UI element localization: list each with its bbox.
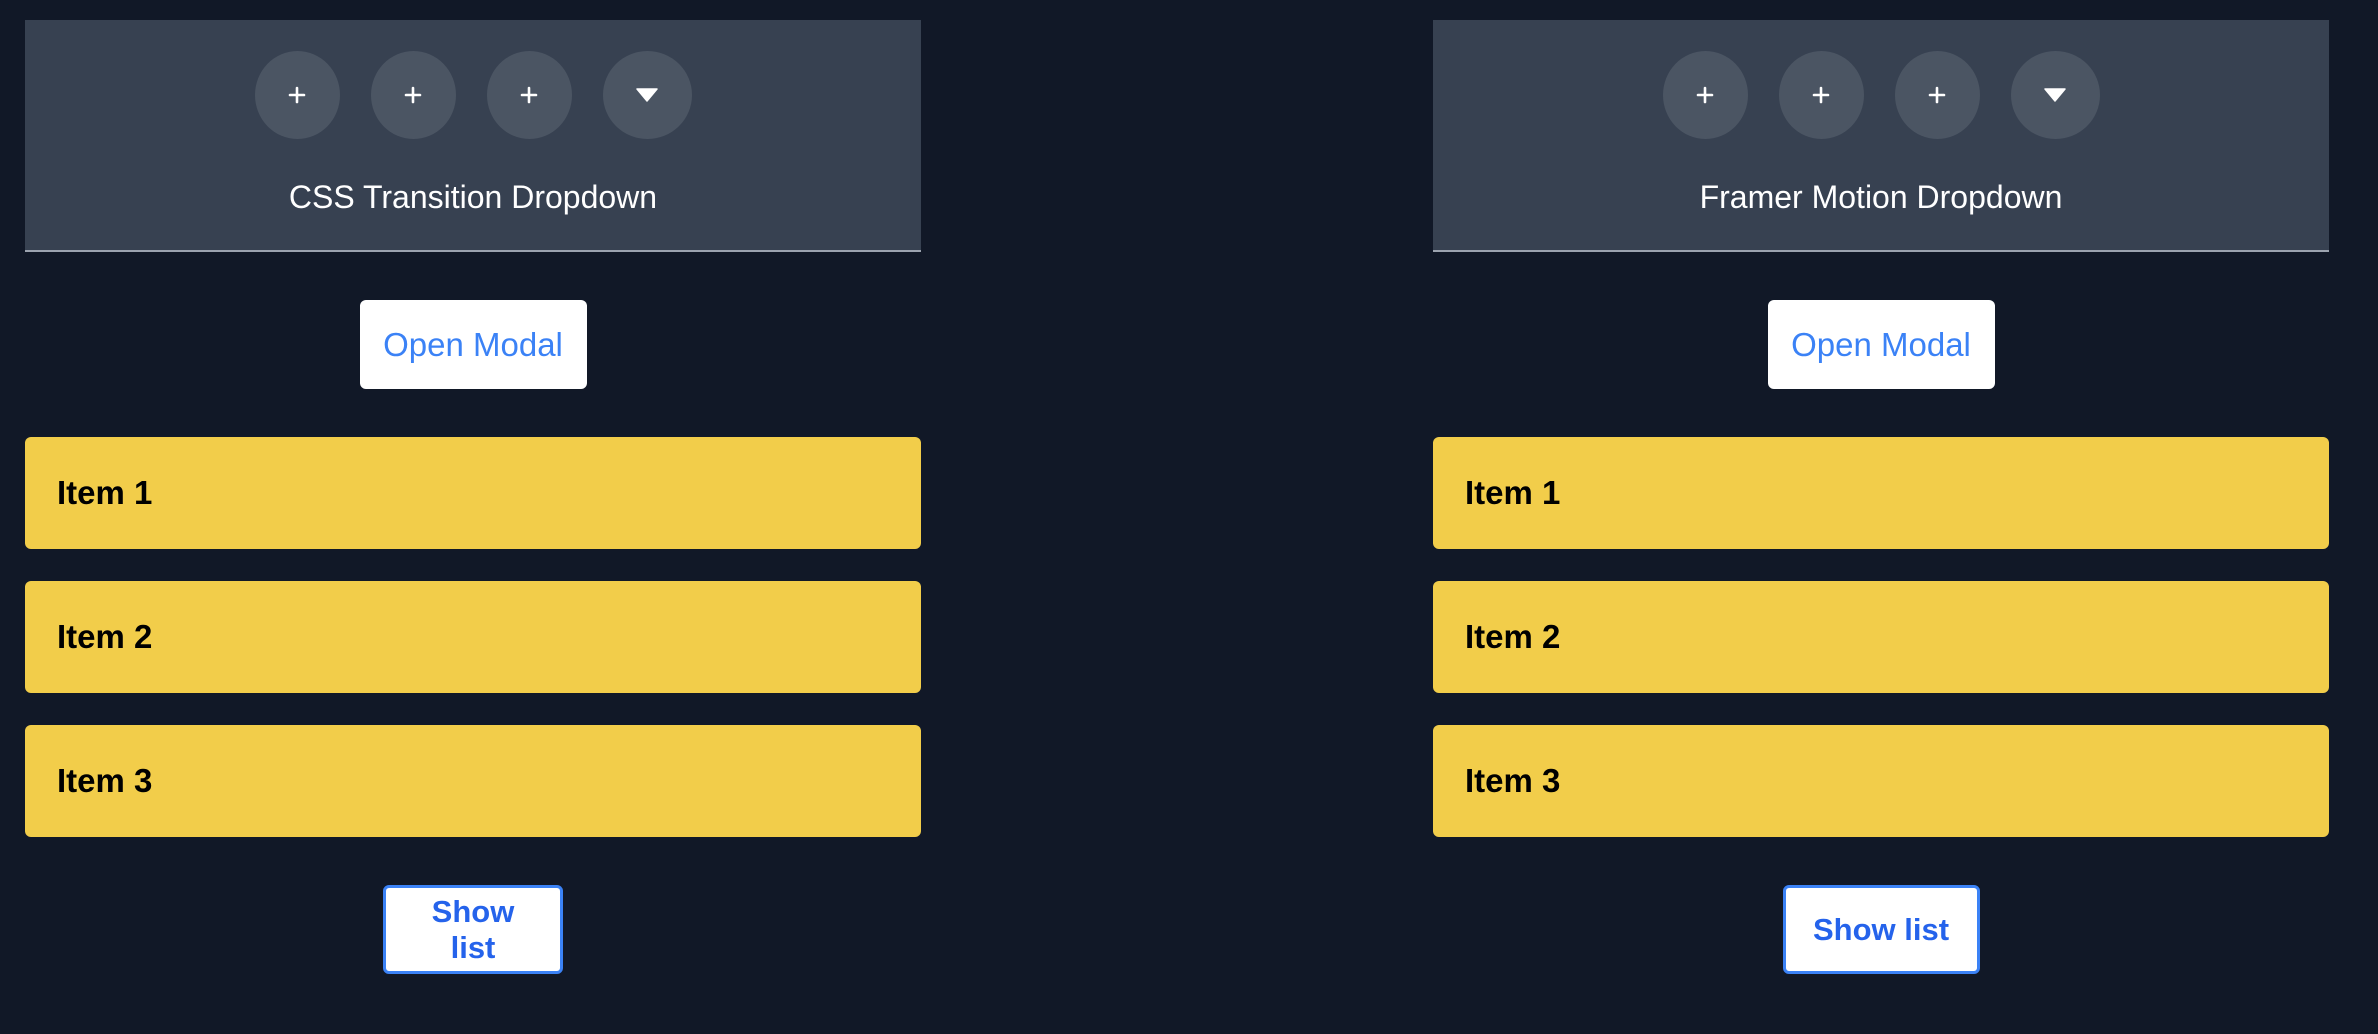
list-item: Item 3 [25,725,921,837]
framer-motion-dropdown-panel: Framer Motion Dropdown [1433,20,2329,252]
plus-icon [520,86,538,104]
dropdown-icon-row [1433,51,2329,139]
list-item: Item 3 [1433,725,2329,837]
open-modal-button[interactable]: Open Modal [359,300,587,389]
css-transition-dropdown-panel: CSS Transition Dropdown [25,20,921,252]
css-transition-column: CSS Transition Dropdown Open Modal Item … [25,20,921,974]
caret-down-icon [2044,88,2066,102]
plus-button[interactable] [1894,51,1980,139]
item-list: Item 1 Item 2 Item 3 [1433,437,2329,837]
dropdown-icon-row [25,51,921,139]
dropdown-title: Framer Motion Dropdown [1699,179,2063,215]
plus-button[interactable] [1662,51,1748,139]
open-modal-button[interactable]: Open Modal [1767,300,1995,389]
plus-icon [404,86,422,104]
dropdown-title: CSS Transition Dropdown [288,179,658,215]
show-list-button[interactable]: Show list [1782,885,1980,974]
caret-down-icon [636,88,658,102]
plus-icon [1696,86,1714,104]
dropdown-toggle-button[interactable] [2010,51,2100,139]
list-item: Item 2 [25,581,921,693]
plus-button[interactable] [370,51,456,139]
dropdown-toggle-button[interactable] [602,51,692,139]
list-item: Item 1 [25,437,921,549]
list-item: Item 2 [1433,581,2329,693]
show-list-row: Show list [25,885,921,974]
show-list-button[interactable]: Show list [383,885,563,974]
plus-icon [1812,86,1830,104]
plus-button[interactable] [1778,51,1864,139]
framer-motion-column: Framer Motion Dropdown Open Modal Item 1… [1433,20,2329,974]
plus-icon [1928,86,1946,104]
list-item: Item 1 [1433,437,2329,549]
plus-button[interactable] [486,51,572,139]
modal-row: Open Modal [1433,300,2329,389]
modal-row: Open Modal [25,300,921,389]
plus-icon [288,86,306,104]
item-list: Item 1 Item 2 Item 3 [25,437,921,837]
plus-button[interactable] [254,51,340,139]
show-list-row: Show list [1433,885,2329,974]
